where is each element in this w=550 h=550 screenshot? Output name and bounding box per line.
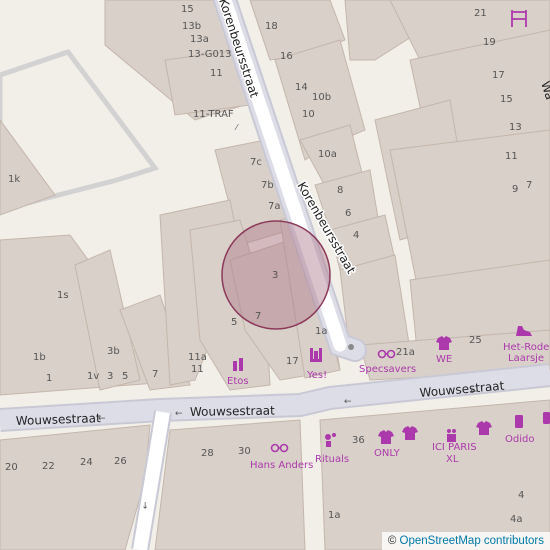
house-number-5-left: 5 [122, 371, 128, 382]
house-number-1s: 1s [57, 290, 69, 301]
house-number-7b: 7b [261, 180, 274, 191]
house-number-11-traf: 11-TRAF [193, 109, 234, 120]
house-number-22: 22 [42, 461, 55, 472]
house-number-7c: 7c [250, 157, 262, 168]
house-number-24: 24 [80, 457, 93, 468]
svg-text:←: ← [175, 409, 183, 419]
poi-label-rituals: Rituals [315, 454, 349, 465]
street-end-point [348, 344, 354, 350]
poi-label-het-rode: Het-Rode [503, 342, 549, 353]
house-number-15: 15 [181, 4, 194, 15]
house-number-13a: 13a [190, 34, 209, 45]
copyright-symbol: © [387, 535, 397, 547]
house-number-1: 1 [46, 373, 52, 384]
house-number-20: 20 [5, 462, 18, 473]
house-number-3: 3 [107, 371, 113, 382]
house-number-16: 16 [280, 51, 293, 62]
map-svg[interactable]: ← ← ← ← ← ⁄ 15 13b 13a 13-G013 11 11-TRA… [0, 0, 550, 550]
poi-label-odido: Odido [505, 434, 534, 445]
house-number-7-right: 7 [526, 180, 532, 191]
poi-label-hans-anders: Hans Anders [250, 460, 313, 471]
mobile-phone-icon [515, 415, 523, 428]
house-number-7a: 7a [268, 201, 281, 212]
house-number-10b: 10b [312, 92, 331, 103]
house-number-4: 4 [353, 230, 359, 241]
house-number-15-right: 15 [500, 94, 513, 105]
poi-label-laarsje: Laarsje [508, 353, 544, 364]
svg-text:←: ← [141, 501, 151, 509]
attribution-link[interactable]: OpenStreetMap contributors [400, 535, 544, 547]
poi-label-only: ONLY [374, 448, 401, 459]
house-number-13b: 13b [182, 21, 201, 32]
house-number-1b: 1b [33, 352, 46, 363]
house-number-26: 26 [114, 456, 127, 467]
house-number-11-right: 11 [505, 151, 518, 162]
poi-label-yes: Yes! [306, 370, 327, 381]
house-number-1v: 1v [87, 371, 99, 382]
house-number-36: 36 [352, 435, 365, 446]
house-number-3b: 3b [107, 346, 120, 357]
house-number-21a: 21a [396, 347, 415, 358]
house-number-4a: 4a [510, 514, 523, 525]
house-number-1a: 1a [315, 326, 328, 337]
poi-label-ici-paris: ICI PARIS [432, 442, 477, 453]
house-number-13-right: 13 [509, 122, 522, 133]
poi-label-etos: Etos [227, 376, 249, 387]
house-number-6: 6 [345, 208, 351, 219]
house-number-11a: 11a [188, 352, 207, 363]
house-number-18: 18 [265, 21, 278, 32]
map-attribution: © OpenStreetMap contributors [381, 532, 550, 550]
house-number-14: 14 [295, 82, 308, 93]
house-number-7-left: 7 [152, 369, 158, 380]
street-label-wouwsestraat-mid: Wouwsestraat [190, 404, 275, 419]
house-number-10a: 10a [318, 149, 337, 160]
house-number-13-g013: 13-G013 [188, 49, 232, 60]
house-number-3-center: 3 [272, 270, 278, 281]
house-number-30: 30 [238, 446, 251, 457]
street-label-wouwsestraat-west: Wouwsestraat [16, 411, 102, 428]
house-number-17-right: 17 [492, 70, 505, 81]
mobile-phone-icon-2 [543, 412, 550, 424]
house-number-19: 19 [483, 37, 496, 48]
house-number-11-mid: 11 [191, 364, 204, 375]
house-number-17: 17 [286, 356, 299, 367]
house-number-1a-bottom: 1a [328, 510, 341, 521]
house-number-10: 10 [302, 109, 315, 120]
house-number-5-mid: 5 [231, 317, 237, 328]
map-canvas[interactable]: ← ← ← ← ← ⁄ 15 13b 13a 13-G013 11 11-TRA… [0, 0, 550, 550]
poi-label-xl: XL [446, 454, 459, 465]
house-number-8: 8 [337, 185, 343, 196]
house-number-1k: 1k [8, 174, 20, 185]
poi-label-we: WE [436, 354, 452, 365]
house-number-4-bottom: 4 [518, 490, 524, 501]
house-number-7-mid: 7 [255, 311, 261, 322]
svg-text:←: ← [344, 397, 352, 407]
house-number-21-top: 21 [474, 8, 487, 19]
house-number-28: 28 [201, 448, 214, 459]
house-number-11-top: 11 [210, 68, 223, 79]
poi-label-specsavers: Specsavers [359, 364, 416, 375]
house-number-25: 25 [469, 335, 482, 346]
house-number-9: 9 [512, 184, 518, 195]
